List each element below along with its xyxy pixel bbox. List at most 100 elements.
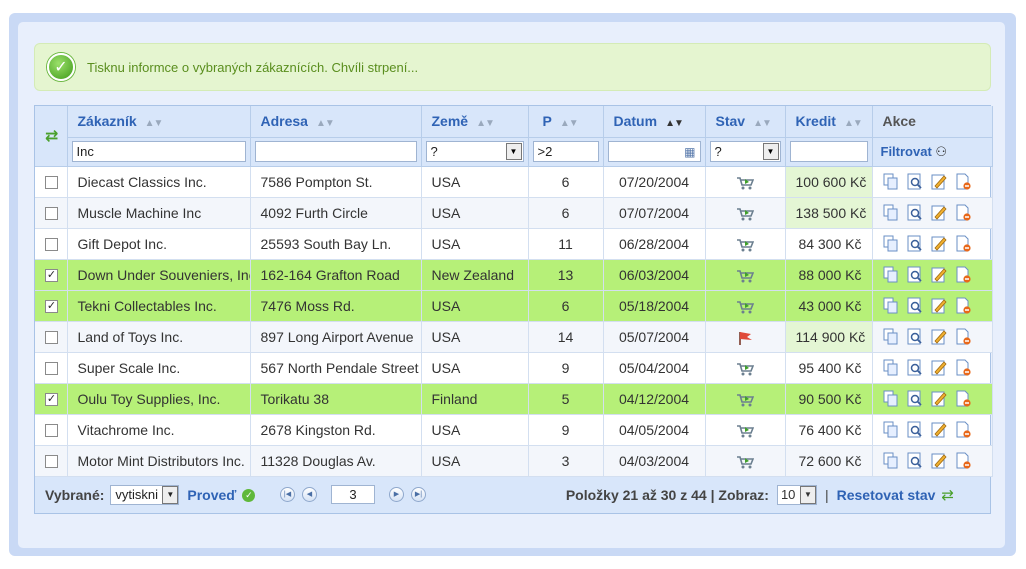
view-icon[interactable] (907, 235, 923, 252)
chevron-down-icon: ▼ (762, 143, 779, 160)
filter-address-input[interactable] (254, 141, 417, 162)
table-row[interactable]: Land of Toys Inc. 897 Long Airport Avenue… (35, 321, 993, 353)
row-checkbox[interactable] (45, 331, 58, 345)
view-icon[interactable] (907, 266, 923, 283)
table-row[interactable]: Vitachrome Inc. 2678 Kingston Rd. USA 9 04/0… (35, 414, 993, 446)
copy-icon[interactable] (883, 452, 899, 469)
col-header-date[interactable]: Datum ▲▼ (603, 106, 706, 138)
next-page-icon[interactable]: ▶ (389, 486, 404, 502)
first-page-icon[interactable]: |◀ (280, 486, 295, 502)
delete-icon[interactable] (955, 173, 971, 190)
table-row[interactable]: ✓ Tekni Collectables Inc. 7476 Moss Rd. USA… (35, 290, 993, 322)
row-checkbox[interactable] (45, 362, 58, 376)
table-row[interactable]: Diecast Classics Inc. 7586 Pompton St. USA… (35, 166, 993, 198)
copy-icon[interactable] (883, 204, 899, 221)
delete-icon[interactable] (955, 421, 971, 438)
view-icon[interactable] (907, 173, 923, 190)
row-checkbox[interactable] (45, 176, 58, 190)
table-row[interactable]: Motor Mint Distributors Inc. 11328 Dougla… (35, 445, 993, 477)
row-checkbox[interactable]: ✓ (45, 300, 58, 314)
col-header-p[interactable]: P ▲▼ (528, 106, 604, 138)
row-checkbox[interactable] (45, 207, 58, 221)
delete-icon[interactable] (955, 204, 971, 221)
view-icon[interactable] (907, 421, 923, 438)
col-header-country[interactable]: Země ▲▼ (421, 106, 529, 138)
edit-icon[interactable] (931, 359, 947, 376)
view-icon[interactable] (907, 204, 923, 221)
row-checkbox[interactable] (45, 455, 58, 469)
copy-icon[interactable] (883, 421, 899, 438)
status-flag-icon[interactable] (705, 321, 786, 353)
edit-icon[interactable] (931, 204, 947, 221)
delete-icon[interactable] (955, 235, 971, 252)
delete-icon[interactable] (955, 359, 971, 376)
bulk-action-select[interactable]: vytiskni ▼ (110, 484, 180, 505)
status-cart-icon[interactable] (705, 228, 786, 260)
table-row[interactable]: Super Scale Inc. 567 North Pendale Street… (35, 352, 993, 384)
view-icon[interactable] (907, 297, 923, 314)
filter-credit-input[interactable] (789, 141, 868, 162)
prev-page-icon[interactable]: ◀ (302, 486, 317, 502)
filter-date-input[interactable]: ▦ (607, 141, 701, 162)
status-cart-icon[interactable] (705, 259, 786, 291)
row-checkbox[interactable]: ✓ (45, 393, 58, 407)
row-checkbox[interactable] (45, 238, 58, 252)
status-cart-icon[interactable] (705, 383, 786, 415)
col-header-credit[interactable]: Kredit ▲▼ (785, 106, 873, 138)
copy-icon[interactable] (883, 328, 899, 345)
copy-icon[interactable] (883, 235, 899, 252)
copy-icon[interactable] (883, 359, 899, 376)
edit-icon[interactable] (931, 390, 947, 407)
table-row[interactable]: Gift Depot Inc. 25593 South Bay Ln. USA 11 0… (35, 228, 993, 260)
col-header-address[interactable]: Adresa ▲▼ (250, 106, 422, 138)
edit-icon[interactable] (931, 173, 947, 190)
refresh-icon[interactable]: ⇄ (941, 486, 954, 504)
reset-state-link[interactable]: Resetovat stav (837, 487, 936, 503)
col-header-customer[interactable]: Zákazník ▲▼ (67, 106, 251, 138)
edit-icon[interactable] (931, 421, 947, 438)
table-row[interactable]: Muscle Machine Inc 4092 Furth Circle USA 6 0… (35, 197, 993, 229)
edit-icon[interactable] (931, 328, 947, 345)
delete-icon[interactable] (955, 297, 971, 314)
refresh-grid-icon[interactable]: ⇄ (35, 106, 68, 167)
filter-p-input[interactable]: >2 (532, 141, 599, 162)
calendar-icon[interactable]: ▦ (684, 145, 695, 159)
delete-icon[interactable] (955, 266, 971, 283)
delete-icon[interactable] (955, 452, 971, 469)
cell-actions (872, 383, 993, 415)
view-icon[interactable] (907, 328, 923, 345)
edit-icon[interactable] (931, 235, 947, 252)
copy-icon[interactable] (883, 297, 899, 314)
filter-country-select[interactable]: ? ▼ (425, 141, 524, 162)
filter-status-select[interactable]: ? ▼ (709, 141, 781, 162)
edit-icon[interactable] (931, 452, 947, 469)
per-page-select[interactable]: 10 ▼ (776, 484, 817, 505)
status-cart-icon[interactable] (705, 414, 786, 446)
last-page-icon[interactable]: ▶| (411, 486, 426, 502)
status-cart-icon[interactable] (705, 445, 786, 477)
status-cart-icon[interactable] (705, 352, 786, 384)
view-icon[interactable] (907, 390, 923, 407)
delete-icon[interactable] (955, 328, 971, 345)
cell-country: USA (421, 445, 529, 477)
copy-icon[interactable] (883, 173, 899, 190)
filter-customer-input[interactable]: Inc (71, 141, 246, 162)
view-icon[interactable] (907, 359, 923, 376)
delete-icon[interactable] (955, 390, 971, 407)
view-icon[interactable] (907, 452, 923, 469)
status-cart-icon[interactable] (705, 166, 786, 198)
edit-icon[interactable] (931, 297, 947, 314)
col-header-status[interactable]: Stav ▲▼ (705, 106, 786, 138)
page-input[interactable]: 3 (331, 484, 375, 504)
copy-icon[interactable] (883, 266, 899, 283)
edit-icon[interactable] (931, 266, 947, 283)
execute-button[interactable]: Proveď ✓ (187, 487, 256, 503)
filter-button[interactable]: Filtrovat ⚇ (877, 144, 948, 159)
status-cart-icon[interactable] (705, 197, 786, 229)
status-cart-icon[interactable] (705, 290, 786, 322)
row-checkbox[interactable] (45, 424, 58, 438)
table-row[interactable]: ✓ Down Under Souveniers, Inc 162-164 Graft… (35, 259, 993, 291)
table-row[interactable]: ✓ Oulu Toy Supplies, Inc. Torikatu 38 Finla… (35, 383, 993, 415)
copy-icon[interactable] (883, 390, 899, 407)
row-checkbox[interactable]: ✓ (45, 269, 58, 283)
